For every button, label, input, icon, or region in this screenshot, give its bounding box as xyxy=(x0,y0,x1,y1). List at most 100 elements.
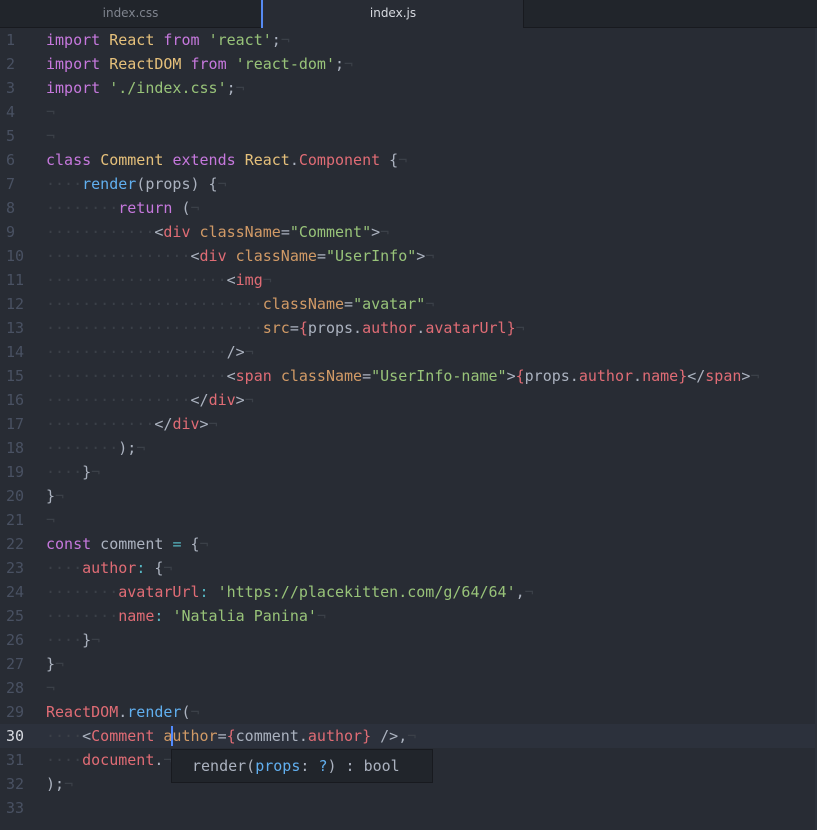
code-line[interactable]: ····render(props) {¬ xyxy=(46,172,817,196)
code-line[interactable]: }¬ xyxy=(46,652,817,676)
eol-marker: ¬ xyxy=(64,775,74,793)
line-number: 21 xyxy=(6,511,25,529)
code-token: className xyxy=(280,367,363,385)
line-number: 5 xyxy=(6,127,16,145)
code-line[interactable]: ····················<img¬ xyxy=(46,268,817,292)
code-token: props. xyxy=(307,319,363,337)
tooltip-token: : xyxy=(300,757,319,775)
code-token: from xyxy=(190,55,227,73)
code-token: ; xyxy=(226,79,236,97)
code-token: ReactDOM xyxy=(46,703,119,721)
code-line[interactable]: ············<div className="Comment">¬ xyxy=(46,220,817,244)
code-token: from xyxy=(163,31,200,49)
line-number: 6 xyxy=(6,151,16,169)
code-line[interactable]: ························className="avata… xyxy=(46,292,817,316)
eol-marker: ¬ xyxy=(46,679,56,697)
line-number: 27 xyxy=(6,655,25,673)
code-token: = xyxy=(289,319,299,337)
code-line[interactable]: ····}¬ xyxy=(46,628,817,652)
tooltip-token: ) : bool xyxy=(327,757,400,775)
code-token: ReactDOM xyxy=(109,55,182,73)
code-line[interactable]: ····················/>¬ xyxy=(46,340,817,364)
line-number: 12 xyxy=(6,295,25,313)
code-token: > xyxy=(506,367,516,385)
code-token: } xyxy=(46,655,56,673)
code-line[interactable]: ····}¬ xyxy=(46,460,817,484)
code-token: name xyxy=(118,607,155,625)
code-line[interactable]: ········return (¬ xyxy=(46,196,817,220)
code-token: : xyxy=(136,559,146,577)
code-token: = xyxy=(344,295,354,313)
code-token: extends xyxy=(172,151,236,169)
code-line[interactable]: ····················<span className="Use… xyxy=(46,364,817,388)
code-token: Comment xyxy=(91,727,155,745)
code-token: , xyxy=(515,583,525,601)
indent-guide: ···················· xyxy=(46,367,227,385)
code-line[interactable]: ········avatarUrl: 'https://placekitten.… xyxy=(46,580,817,604)
code-line[interactable]: ¬ xyxy=(46,124,817,148)
code-line[interactable]: import ReactDOM from 'react-dom';¬ xyxy=(46,52,817,76)
line-number: 4 xyxy=(6,103,16,121)
code-line[interactable]: ················</div>¬ xyxy=(46,388,817,412)
eol-marker: ¬ xyxy=(208,415,218,433)
eol-marker: ¬ xyxy=(344,55,354,73)
code-line[interactable]: ················<div className="UserInfo… xyxy=(46,244,817,268)
code-token: } xyxy=(362,727,372,745)
line-number: 30 xyxy=(6,727,25,745)
code-token: { xyxy=(181,535,200,553)
eol-marker: ¬ xyxy=(750,367,760,385)
code-token: src xyxy=(262,319,290,337)
line-number: 33 xyxy=(6,799,25,817)
code-line[interactable] xyxy=(46,796,817,820)
code-token: author xyxy=(307,727,363,745)
code-token: 'react-dom' xyxy=(235,55,335,73)
indent-guide: ···· xyxy=(46,727,83,745)
tab-index-css[interactable]: index.css xyxy=(0,0,261,27)
code-line[interactable]: ¬ xyxy=(46,676,817,700)
indent-guide: ················ xyxy=(46,247,191,265)
code-line[interactable]: ························src={props.autho… xyxy=(46,316,817,340)
code-token: avatarUrl xyxy=(118,583,200,601)
code-token: : xyxy=(199,583,209,601)
indent-guide: ········ xyxy=(46,439,119,457)
code-token: } xyxy=(46,487,56,505)
line-number: 3 xyxy=(6,79,16,97)
code-line[interactable]: ········);¬ xyxy=(46,436,817,460)
indent-guide: ···· xyxy=(46,463,83,481)
code-token: "avatar" xyxy=(353,295,426,313)
code-line[interactable]: ¬ xyxy=(46,100,817,124)
code-token: } xyxy=(506,319,516,337)
line-number: 28 xyxy=(6,679,25,697)
line-number: 20 xyxy=(6,487,25,505)
code-line[interactable]: ReactDOM.render(¬ xyxy=(46,700,817,724)
eol-marker: ¬ xyxy=(190,703,200,721)
code-line[interactable]: ¬ xyxy=(46,508,817,532)
code-line[interactable]: }¬ xyxy=(46,484,817,508)
line-number: 23 xyxy=(6,559,25,577)
code-token: . xyxy=(633,367,643,385)
code-line[interactable]: class Comment extends React.Component {¬ xyxy=(46,148,817,172)
tab-index-js[interactable]: index.js xyxy=(261,0,524,28)
eol-marker: ¬ xyxy=(163,559,173,577)
eol-marker: ¬ xyxy=(235,79,245,97)
code-line[interactable]: ········name: 'Natalia Panina'¬ xyxy=(46,604,817,628)
code-token: comment xyxy=(91,535,173,553)
code-line[interactable]: ····author: {¬ xyxy=(46,556,817,580)
code-line[interactable]: import React from 'react';¬ xyxy=(46,28,817,52)
code-token: = xyxy=(362,367,372,385)
code-editor[interactable]: import React from 'react';¬ import ReactD… xyxy=(0,28,817,820)
code-token: > xyxy=(416,247,426,265)
code-token: author xyxy=(362,319,417,337)
eol-marker: ¬ xyxy=(217,175,227,193)
line-number: 7 xyxy=(6,175,16,193)
code-line[interactable]: ············</div>¬ xyxy=(46,412,817,436)
code-line[interactable]: import './index.css';¬ xyxy=(46,76,817,100)
code-line[interactable]: const comment = {¬ xyxy=(46,532,817,556)
eol-marker: ¬ xyxy=(91,631,101,649)
code-token: avatarUrl xyxy=(425,319,507,337)
indent-guide: ············ xyxy=(46,415,155,433)
code-line[interactable]: ····<Comment author={comment.author} />,… xyxy=(0,724,817,748)
code-token: < xyxy=(226,271,236,289)
line-number: 24 xyxy=(6,583,25,601)
